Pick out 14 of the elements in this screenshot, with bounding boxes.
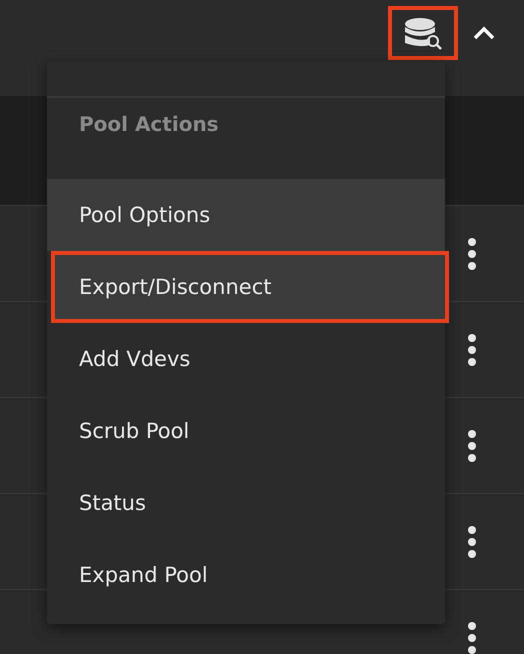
menu-heading: Pool Actions: [78, 111, 220, 138]
menu-item[interactable]: Export/Disconnect: [51, 251, 449, 323]
more-icon[interactable]: [466, 428, 478, 464]
more-icon[interactable]: [466, 524, 478, 560]
menu-item[interactable]: Expand Pool: [47, 539, 445, 611]
more-icon[interactable]: [466, 620, 478, 654]
menu-item[interactable]: Status: [47, 467, 445, 539]
more-icon[interactable]: [466, 332, 478, 368]
menu-item[interactable]: Pool Options: [47, 179, 445, 251]
database-search-icon[interactable]: [388, 6, 458, 60]
menu-item[interactable]: Scrub Pool: [47, 395, 445, 467]
more-icon[interactable]: [466, 236, 478, 272]
collapse-icon[interactable]: [472, 25, 496, 41]
menu-item[interactable]: Add Vdevs: [47, 323, 445, 395]
